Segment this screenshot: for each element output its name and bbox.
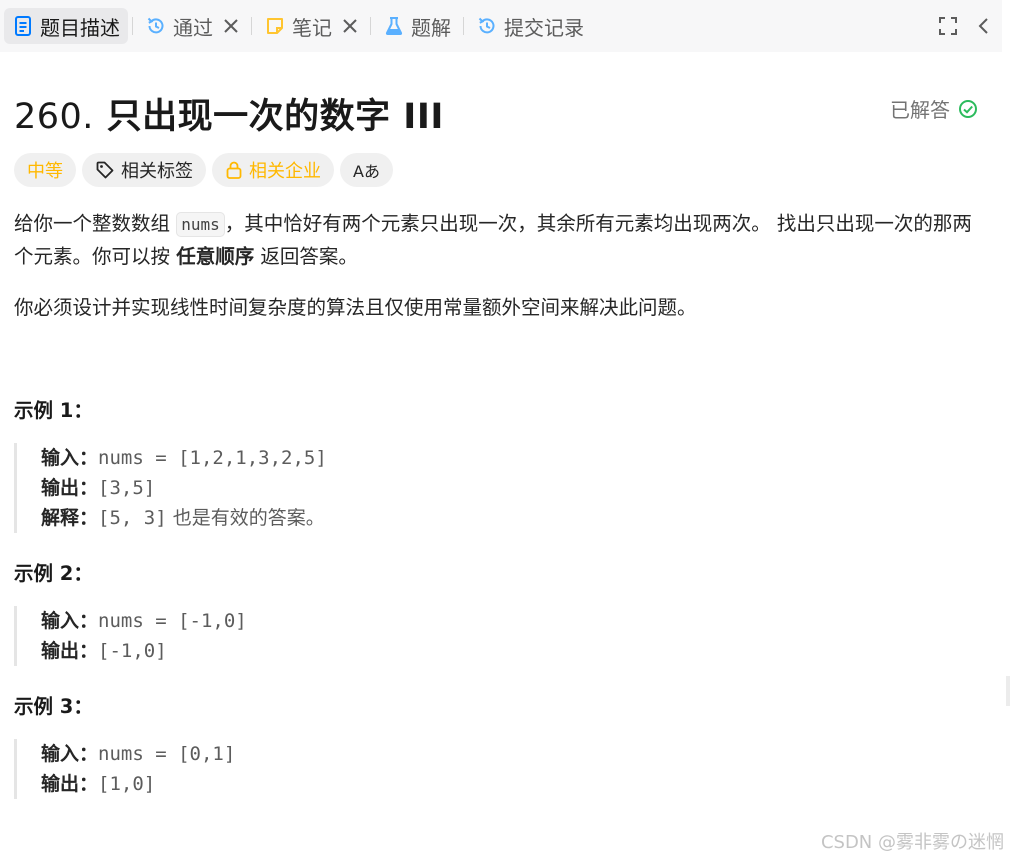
- example-input: 输入：nums = [-1,0]: [41, 610, 247, 632]
- example-output: 输出：[3,5]: [41, 477, 156, 499]
- tab-description[interactable]: 题目描述: [4, 8, 128, 44]
- lock-icon: [225, 160, 243, 180]
- bold-text: 任意顺序: [176, 245, 255, 268]
- tag-icon: [95, 160, 115, 180]
- problem-description-panel: 260. 只出现一次的数字 III 已解答 中等 相关标签 相关企业 Aあ 给你…: [14, 52, 986, 799]
- companies-tag-button[interactable]: 相关企业: [212, 153, 334, 187]
- note-icon: [264, 15, 286, 37]
- difficulty-badge[interactable]: 中等: [14, 153, 76, 187]
- flask-icon: [383, 15, 405, 37]
- problem-number: 260.: [14, 97, 94, 137]
- description-paragraph: 给你一个整数数组 nums ，其中恰好有两个元素只出现一次，其余所有元素均出现两次…: [14, 212, 972, 268]
- problem-description: 给你一个整数数组 nums ，其中恰好有两个元素只出现一次，其余所有元素均出现两次…: [14, 208, 986, 324]
- tab-bar-actions: [930, 8, 1002, 44]
- example-1: 示例 1： 输入：nums = [1,2,1,3,2,5] 输出：[3,5] 解…: [14, 394, 986, 533]
- example-block: 输入：nums = [1,2,1,3,2,5] 输出：[3,5] 解释：[5, …: [14, 443, 986, 533]
- solved-status: 已解答: [890, 94, 978, 123]
- tab-divider: [251, 17, 252, 35]
- close-icon[interactable]: [223, 18, 239, 34]
- translate-button[interactable]: Aあ: [340, 153, 393, 187]
- solved-status-label: 已解答: [890, 98, 950, 122]
- tag-row: 中等 相关标签 相关企业 Aあ: [14, 152, 986, 188]
- tab-divider: [370, 17, 371, 35]
- example-output: 输出：[1,0]: [41, 773, 156, 795]
- fullscreen-button[interactable]: [930, 8, 966, 44]
- example-block: 输入：nums = [0,1] 输出：[1,0]: [14, 739, 986, 799]
- title-row: 260. 只出现一次的数字 III 已解答: [14, 52, 986, 152]
- companies-tag-label: 相关企业: [249, 161, 321, 182]
- fullscreen-icon: [939, 17, 957, 35]
- tab-notes-label: 笔记: [292, 15, 332, 40]
- watermark: CSDN @雾非雾の迷惘: [820, 832, 1004, 853]
- collapse-button[interactable]: [966, 8, 1002, 44]
- example-output: 输出：[-1,0]: [41, 640, 167, 662]
- description-paragraph: 你必须设计并实现线性时间复杂度的算法且仅使用常量额外空间来解决此问题。: [14, 296, 697, 319]
- scrollbar-handle[interactable]: [1006, 676, 1010, 706]
- problem-title[interactable]: 260. 只出现一次的数字 III: [14, 88, 444, 139]
- example-title: 示例 1：: [14, 399, 93, 422]
- history-icon: [476, 15, 498, 37]
- inline-code: nums: [176, 212, 225, 237]
- tab-submissions[interactable]: 提交记录: [468, 8, 592, 44]
- example-input: 输入：nums = [0,1]: [41, 743, 236, 765]
- tab-solutions-label: 题解: [411, 15, 451, 40]
- tab-bar: 题目描述 通过 笔记 题解 提交记录: [0, 0, 1002, 52]
- history-icon: [145, 15, 167, 37]
- topics-tag-label: 相关标签: [121, 161, 193, 182]
- tab-notes[interactable]: 笔记: [256, 8, 366, 44]
- example-title: 示例 3：: [14, 695, 93, 718]
- chevron-left-icon: [978, 18, 988, 34]
- tab-submissions-label: 提交记录: [504, 15, 584, 40]
- example-title: 示例 2：: [14, 562, 93, 585]
- example-explanation: 解释：[5, 3] 也是有效的答案。: [41, 507, 325, 529]
- document-icon: [12, 15, 34, 37]
- translate-icon: Aあ: [353, 162, 380, 181]
- example-3: 示例 3： 输入：nums = [0,1] 输出：[1,0]: [14, 690, 986, 799]
- example-input: 输入：nums = [1,2,1,3,2,5]: [41, 447, 327, 469]
- example-block: 输入：nums = [-1,0] 输出：[-1,0]: [14, 606, 986, 666]
- tab-divider: [463, 17, 464, 35]
- tab-description-label: 题目描述: [40, 15, 120, 40]
- close-icon[interactable]: [342, 18, 358, 34]
- example-2: 示例 2： 输入：nums = [-1,0] 输出：[-1,0]: [14, 557, 986, 666]
- problem-title-text: 只出现一次的数字 III: [106, 97, 444, 137]
- tab-divider: [132, 17, 133, 35]
- tab-solutions[interactable]: 题解: [375, 8, 459, 44]
- check-circle-icon: [959, 99, 977, 118]
- tab-accepted[interactable]: 通过: [137, 8, 247, 44]
- topics-tag-button[interactable]: 相关标签: [82, 153, 206, 187]
- tab-accepted-label: 通过: [173, 15, 213, 40]
